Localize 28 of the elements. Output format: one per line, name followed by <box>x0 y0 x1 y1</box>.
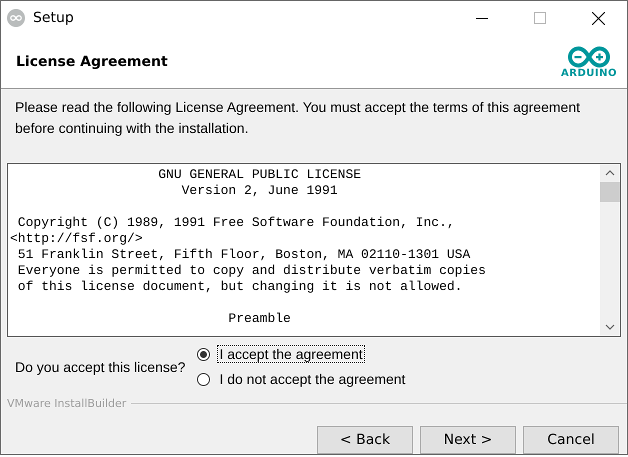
radio-label[interactable]: I do not accept the agreement <box>217 370 408 388</box>
license-line: 51 Franklin Street, Fifth Floor, Boston, MA 02110-1301 USA <box>16 247 470 262</box>
close-icon <box>592 12 604 24</box>
dialog-button[interactable]: Cancel <box>523 426 619 454</box>
dialog-button[interactable]: < Back <box>317 426 413 454</box>
license-line: Everyone is permitted to copy and distribute verbatim copies <box>16 263 486 278</box>
license-line: of this license document, but changing it is not allowed. <box>16 279 462 294</box>
scrollbar[interactable] <box>600 164 620 336</box>
dialog-button[interactable]: Next > <box>420 426 516 454</box>
license-text-area[interactable] <box>7 163 621 337</box>
license-line: Copyright (C) 1989, 1991 Free Software Foundation, Inc., <box>16 215 455 230</box>
license-line: GNU GENERAL PUBLIC LICENSE <box>157 167 362 182</box>
maximize-icon <box>534 12 546 24</box>
scroll-thumb[interactable] <box>600 182 620 202</box>
license-line: <http://fsf.org/> <box>10 231 143 246</box>
radio-button[interactable] <box>197 348 210 360</box>
license-line: Preamble <box>227 311 291 326</box>
installer-brand-label: VMware InstallBuilder <box>7 397 126 410</box>
infinity-logo-icon <box>566 44 612 68</box>
instructions-text: Please read the following License Agreement. You must accept the terms of this agreement before continuing with the installation. <box>15 98 581 138</box>
logo-wordmark: ARDUINO <box>561 68 617 78</box>
window-title: Setup <box>33 10 75 26</box>
radio-label[interactable]: I accept the agreement <box>217 345 365 363</box>
accept-question: Do you accept this license? <box>15 358 186 374</box>
app-icon <box>7 9 25 27</box>
license-line: Version 2, June 1991 <box>180 183 338 198</box>
page-title: License Agreement <box>16 54 168 70</box>
radio-button[interactable] <box>197 372 210 386</box>
